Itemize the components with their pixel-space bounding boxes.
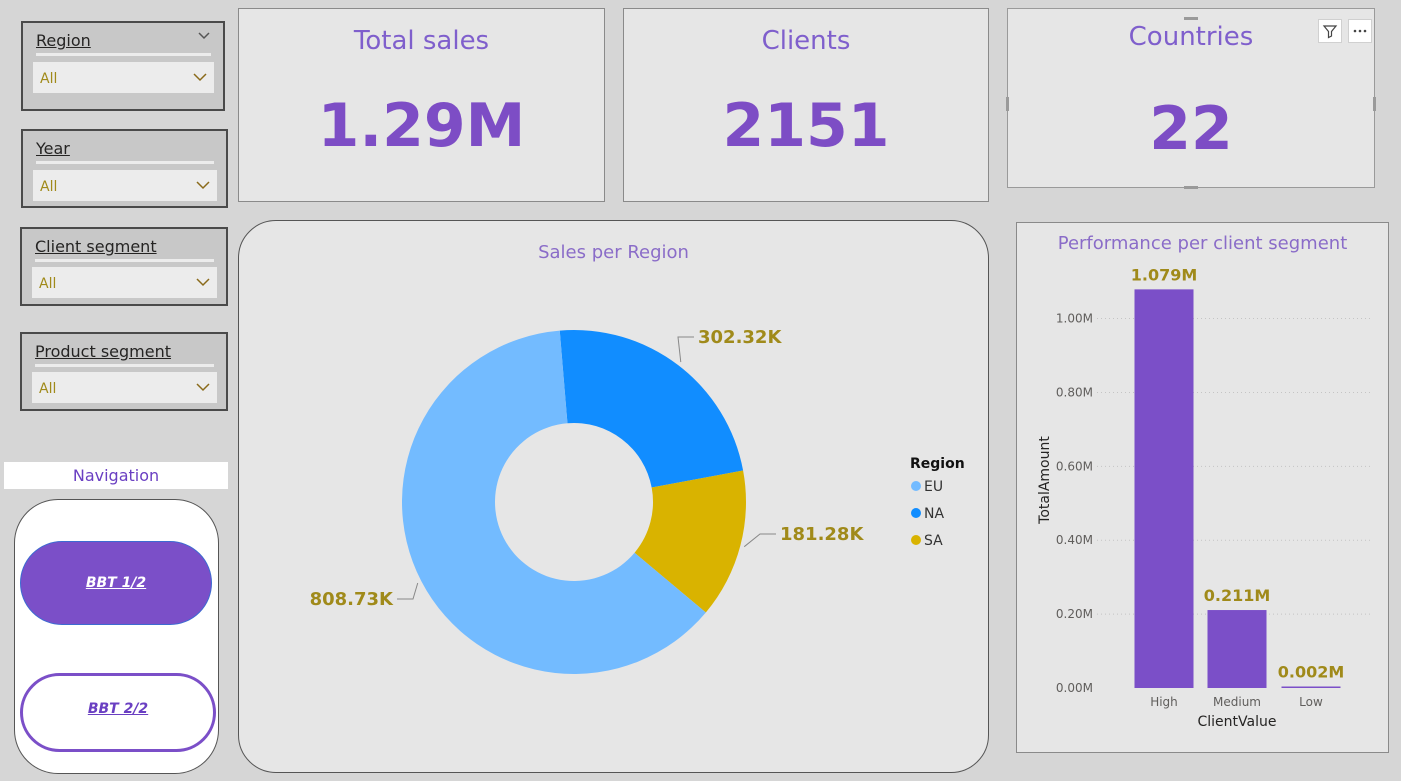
data-label: 1.079M bbox=[1131, 265, 1198, 284]
card-value: 2151 bbox=[722, 91, 890, 161]
slicer-title: Product segment bbox=[35, 342, 172, 361]
legend-marker bbox=[911, 535, 921, 545]
chevron-down-icon bbox=[196, 181, 210, 190]
x-tick-label: Low bbox=[1299, 695, 1323, 709]
filter-icon[interactable] bbox=[1318, 19, 1342, 43]
slicer-divider bbox=[35, 259, 214, 262]
dropdown-value: All bbox=[39, 381, 57, 397]
donut-chart: 302.32K 181.28K 808.73K Region EU NA SA bbox=[310, 327, 965, 674]
bar-low[interactable] bbox=[1281, 686, 1341, 689]
legend-title: Region bbox=[910, 456, 965, 472]
leader-line bbox=[397, 582, 419, 600]
donut-slice-na[interactable] bbox=[559, 330, 744, 488]
y-tick-label: 1.00M bbox=[1056, 312, 1093, 326]
legend-marker bbox=[911, 508, 921, 518]
product-segment-slicer[interactable]: Product segment All bbox=[20, 332, 228, 411]
clients-card[interactable]: Clients 2151 bbox=[623, 8, 989, 202]
y-tick-label: 0.60M bbox=[1056, 459, 1093, 473]
slicer-title: Client segment bbox=[35, 237, 157, 256]
x-tick-label: Medium bbox=[1213, 695, 1261, 709]
year-slicer[interactable]: Year All bbox=[21, 129, 228, 208]
client-segment-slicer[interactable]: Client segment All bbox=[20, 227, 228, 306]
chevron-down-icon bbox=[196, 278, 210, 287]
bar-high[interactable] bbox=[1134, 289, 1194, 688]
client-segment-dropdown[interactable]: All bbox=[32, 267, 217, 298]
region-dropdown[interactable]: All bbox=[33, 62, 214, 93]
resize-handle[interactable] bbox=[1006, 97, 1009, 111]
data-label: 808.73K bbox=[310, 589, 394, 610]
card-title: Clients bbox=[761, 26, 851, 56]
bar-chart: 0.00M 0.20M 0.40M 0.60M 0.80M 1.00M 1.079M High… bbox=[1037, 265, 1372, 730]
client-segment-chart[interactable]: Performance per client segment 0.00M 0.20… bbox=[1016, 222, 1389, 753]
chevron-down-icon bbox=[196, 383, 210, 392]
legend-marker bbox=[911, 481, 921, 491]
y-tick-label: 0.00M bbox=[1056, 681, 1093, 695]
dropdown-value: All bbox=[40, 71, 58, 87]
nav-button-page-1[interactable]: BBT 1/2 bbox=[20, 541, 212, 625]
slicer-divider bbox=[36, 53, 211, 56]
y-axis-title: TotalAmount bbox=[1037, 436, 1053, 525]
leader-line bbox=[677, 336, 694, 363]
navigation-panel: BBT 1/2 BBT 2/2 bbox=[14, 499, 219, 774]
chevron-down-icon bbox=[193, 73, 207, 82]
year-dropdown[interactable]: All bbox=[33, 170, 217, 201]
leader-line bbox=[743, 533, 776, 548]
product-segment-dropdown[interactable]: All bbox=[32, 372, 217, 403]
data-label: 302.32K bbox=[698, 327, 782, 348]
nav-button-label: BBT 1/2 bbox=[85, 575, 147, 591]
data-label: 181.28K bbox=[780, 524, 864, 545]
bar-medium[interactable] bbox=[1207, 610, 1267, 688]
x-tick-label: High bbox=[1150, 695, 1178, 709]
legend-item[interactable]: EU bbox=[924, 479, 943, 495]
slicer-divider bbox=[36, 161, 214, 164]
y-tick-label: 0.40M bbox=[1056, 533, 1093, 547]
dropdown-value: All bbox=[39, 276, 57, 292]
x-axis-title: ClientValue bbox=[1198, 714, 1277, 730]
resize-handle[interactable] bbox=[1184, 186, 1198, 189]
sales-per-region-chart[interactable]: Sales per Region 302.32K 181.28K 808.73K Re… bbox=[238, 220, 989, 773]
nav-button-label: BBT 2/2 bbox=[87, 701, 149, 717]
y-tick-label: 0.80M bbox=[1056, 385, 1093, 399]
more-options-icon[interactable] bbox=[1348, 19, 1372, 43]
slicer-title: Region bbox=[36, 31, 91, 50]
resize-handle[interactable] bbox=[1184, 17, 1198, 20]
data-label: 0.002M bbox=[1278, 663, 1345, 682]
y-tick-label: 0.20M bbox=[1056, 607, 1093, 621]
dropdown-value: All bbox=[40, 179, 58, 195]
data-label: 0.211M bbox=[1204, 586, 1271, 605]
total-sales-card[interactable]: Total sales 1.29M bbox=[238, 8, 605, 202]
card-value: 1.29M bbox=[317, 91, 526, 161]
region-slicer[interactable]: Region All bbox=[21, 21, 225, 111]
nav-button-page-2[interactable]: BBT 2/2 bbox=[20, 673, 216, 752]
resize-handle[interactable] bbox=[1373, 97, 1376, 111]
card-value: 22 bbox=[1149, 94, 1233, 164]
navigation-label: Navigation bbox=[4, 462, 228, 489]
slicer-title: Year bbox=[36, 139, 70, 158]
chevron-down-icon[interactable] bbox=[197, 29, 211, 43]
legend-item[interactable]: NA bbox=[924, 506, 944, 522]
slicer-divider bbox=[35, 364, 214, 367]
legend-item[interactable]: SA bbox=[924, 533, 943, 549]
card-title: Total sales bbox=[353, 26, 490, 56]
